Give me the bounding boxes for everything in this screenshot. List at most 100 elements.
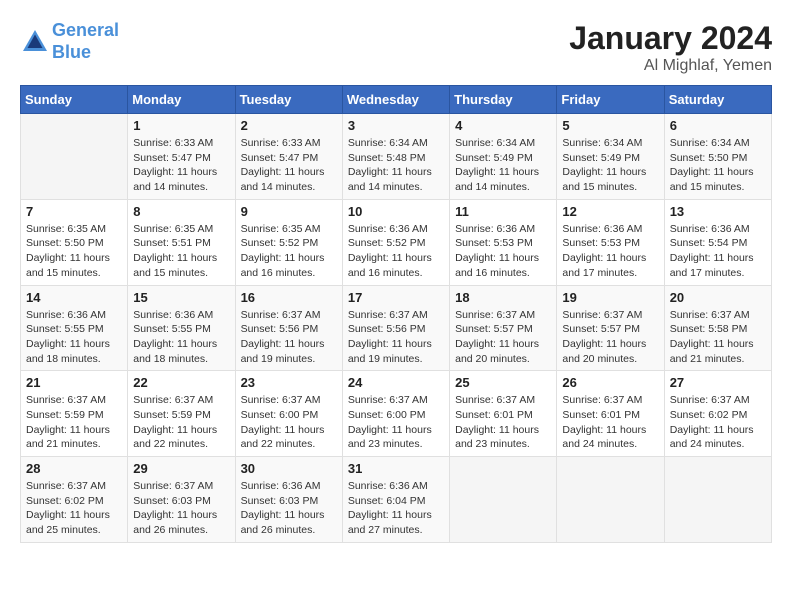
week-row-3: 14 Sunrise: 6:36 AMSunset: 5:55 PMDayligh… (21, 285, 772, 371)
calendar-cell: 1Sunrise: 6:33 AMSunset: 5:47 PMDaylight… (128, 114, 235, 200)
day-number: 23 (241, 375, 337, 390)
logo: General Blue (20, 20, 119, 63)
day-info: Sunrise: 6:37 AMSunset: 6:03 PMDaylight:… (133, 479, 229, 538)
calendar-cell: 16 Sunrise: 6:37 AMSunset: 5:56 PMDayligh… (235, 285, 342, 371)
day-number: 2 (241, 118, 337, 133)
calendar-cell: 29Sunrise: 6:37 AMSunset: 6:03 PMDayligh… (128, 457, 235, 543)
calendar-cell: 10Sunrise: 6:36 AMSunset: 5:52 PMDayligh… (342, 199, 449, 285)
day-number: 28 (26, 461, 122, 476)
weekday-header-wednesday: Wednesday (342, 86, 449, 114)
week-row-2: 7 Sunrise: 6:35 AMSunset: 5:50 PMDaylight… (21, 199, 772, 285)
day-number: 20 (670, 290, 766, 305)
weekday-header-sunday: Sunday (21, 86, 128, 114)
title-block: January 2024 Al Mighlaf, Yemen (569, 20, 772, 75)
weekday-header-row: SundayMondayTuesdayWednesdayThursdayFrid… (21, 86, 772, 114)
calendar-cell: 12 Sunrise: 6:36 AMSunset: 5:53 PMDayligh… (557, 199, 664, 285)
calendar-cell: 24 Sunrise: 6:37 AMSunset: 6:00 PMDayligh… (342, 371, 449, 457)
day-number: 26 (562, 375, 658, 390)
calendar-cell: 21 Sunrise: 6:37 AMSunset: 5:59 PMDayligh… (21, 371, 128, 457)
calendar-cell: 27 Sunrise: 6:37 AMSunset: 6:02 PMDayligh… (664, 371, 771, 457)
day-info: Sunrise: 6:37 AMSunset: 6:01 PMDaylight:… (455, 393, 551, 452)
day-number: 8 (133, 204, 229, 219)
day-info: Sunrise: 6:36 AMSunset: 5:55 PMDaylight:… (133, 308, 229, 367)
day-number: 3 (348, 118, 444, 133)
day-info: Sunrise: 6:37 AMSunset: 6:00 PMDaylight:… (348, 393, 444, 452)
day-number: 16 (241, 290, 337, 305)
day-info: Sunrise: 6:36 AMSunset: 6:03 PMDaylight:… (241, 479, 337, 538)
day-info: Sunrise: 6:37 AMSunset: 6:01 PMDaylight:… (562, 393, 658, 452)
weekday-header-monday: Monday (128, 86, 235, 114)
day-number: 30 (241, 461, 337, 476)
day-number: 14 (26, 290, 122, 305)
calendar-cell: 30 Sunrise: 6:36 AMSunset: 6:03 PMDayligh… (235, 457, 342, 543)
day-number: 31 (348, 461, 444, 476)
calendar-cell: 17Sunrise: 6:37 AMSunset: 5:56 PMDayligh… (342, 285, 449, 371)
calendar-cell: 11 Sunrise: 6:36 AMSunset: 5:53 PMDayligh… (450, 199, 557, 285)
day-info: Sunrise: 6:36 AMSunset: 5:53 PMDaylight:… (562, 222, 658, 281)
day-number: 5 (562, 118, 658, 133)
logo-icon (20, 27, 50, 57)
calendar-cell: 2 Sunrise: 6:33 AMSunset: 5:47 PMDaylight… (235, 114, 342, 200)
calendar-cell: 22 Sunrise: 6:37 AMSunset: 5:59 PMDayligh… (128, 371, 235, 457)
day-info: Sunrise: 6:33 AMSunset: 5:47 PMDaylight:… (241, 136, 337, 195)
day-number: 6 (670, 118, 766, 133)
day-number: 12 (562, 204, 658, 219)
day-number: 1 (133, 118, 229, 133)
calendar-cell: 20 Sunrise: 6:37 AMSunset: 5:58 PMDayligh… (664, 285, 771, 371)
week-row-1: 1 Sunrise: 6:33 AMSunset: 5:47 PMDaylight… (21, 114, 772, 200)
weekday-header-friday: Friday (557, 86, 664, 114)
calendar-cell: 15Sunrise: 6:36 AMSunset: 5:55 PMDayligh… (128, 285, 235, 371)
day-info: Sunrise: 6:36 AMSunset: 6:04 PMDaylight:… (348, 479, 444, 538)
day-info: Sunrise: 6:36 AMSunset: 5:55 PMDaylight:… (26, 308, 122, 367)
main-title: January 2024 (569, 20, 772, 57)
day-number: 27 (670, 375, 766, 390)
day-info: Sunrise: 6:34 AMSunset: 5:50 PMDaylight:… (670, 136, 766, 195)
logo-text: General Blue (52, 20, 119, 63)
day-number: 21 (26, 375, 122, 390)
day-info: Sunrise: 6:34 AMSunset: 5:48 PMDaylight:… (348, 136, 444, 195)
day-info: Sunrise: 6:37 AMSunset: 5:59 PMDaylight:… (133, 393, 229, 452)
calendar-cell: 14 Sunrise: 6:36 AMSunset: 5:55 PMDayligh… (21, 285, 128, 371)
day-info: Sunrise: 6:37 AMSunset: 5:58 PMDaylight:… (670, 308, 766, 367)
calendar-cell: 4 Sunrise: 6:34 AMSunset: 5:49 PMDaylight… (450, 114, 557, 200)
day-info: Sunrise: 6:37 AMSunset: 5:57 PMDaylight:… (562, 308, 658, 367)
day-info: Sunrise: 6:37 AMSunset: 6:02 PMDaylight:… (26, 479, 122, 538)
day-info: Sunrise: 6:35 AMSunset: 5:50 PMDaylight:… (26, 222, 122, 281)
calendar-cell: 23Sunrise: 6:37 AMSunset: 6:00 PMDayligh… (235, 371, 342, 457)
week-row-4: 21 Sunrise: 6:37 AMSunset: 5:59 PMDayligh… (21, 371, 772, 457)
day-info: Sunrise: 6:37 AMSunset: 5:56 PMDaylight:… (348, 308, 444, 367)
calendar-cell: 31 Sunrise: 6:36 AMSunset: 6:04 PMDayligh… (342, 457, 449, 543)
day-number: 13 (670, 204, 766, 219)
calendar-cell: 5Sunrise: 6:34 AMSunset: 5:49 PMDaylight… (557, 114, 664, 200)
day-info: Sunrise: 6:36 AMSunset: 5:54 PMDaylight:… (670, 222, 766, 281)
day-number: 24 (348, 375, 444, 390)
calendar-cell (664, 457, 771, 543)
day-number: 7 (26, 204, 122, 219)
day-info: Sunrise: 6:35 AMSunset: 5:52 PMDaylight:… (241, 222, 337, 281)
calendar-cell: 19 Sunrise: 6:37 AMSunset: 5:57 PMDayligh… (557, 285, 664, 371)
day-info: Sunrise: 6:37 AMSunset: 6:02 PMDaylight:… (670, 393, 766, 452)
day-number: 4 (455, 118, 551, 133)
day-info: Sunrise: 6:36 AMSunset: 5:53 PMDaylight:… (455, 222, 551, 281)
calendar-cell (557, 457, 664, 543)
day-number: 19 (562, 290, 658, 305)
day-info: Sunrise: 6:34 AMSunset: 5:49 PMDaylight:… (455, 136, 551, 195)
calendar-cell: 26 Sunrise: 6:37 AMSunset: 6:01 PMDayligh… (557, 371, 664, 457)
calendar-cell: 13 Sunrise: 6:36 AMSunset: 5:54 PMDayligh… (664, 199, 771, 285)
calendar-cell: 25 Sunrise: 6:37 AMSunset: 6:01 PMDayligh… (450, 371, 557, 457)
day-number: 22 (133, 375, 229, 390)
day-info: Sunrise: 6:37 AMSunset: 5:57 PMDaylight:… (455, 308, 551, 367)
week-row-5: 28 Sunrise: 6:37 AMSunset: 6:02 PMDayligh… (21, 457, 772, 543)
weekday-header-tuesday: Tuesday (235, 86, 342, 114)
day-number: 11 (455, 204, 551, 219)
weekday-header-saturday: Saturday (664, 86, 771, 114)
weekday-header-thursday: Thursday (450, 86, 557, 114)
day-number: 10 (348, 204, 444, 219)
calendar-table: SundayMondayTuesdayWednesdayThursdayFrid… (20, 85, 772, 543)
calendar-cell: 3 Sunrise: 6:34 AMSunset: 5:48 PMDaylight… (342, 114, 449, 200)
subtitle: Al Mighlaf, Yemen (569, 57, 772, 75)
day-number: 25 (455, 375, 551, 390)
day-info: Sunrise: 6:37 AMSunset: 5:59 PMDaylight:… (26, 393, 122, 452)
day-info: Sunrise: 6:37 AMSunset: 5:56 PMDaylight:… (241, 308, 337, 367)
calendar-cell: 28 Sunrise: 6:37 AMSunset: 6:02 PMDayligh… (21, 457, 128, 543)
